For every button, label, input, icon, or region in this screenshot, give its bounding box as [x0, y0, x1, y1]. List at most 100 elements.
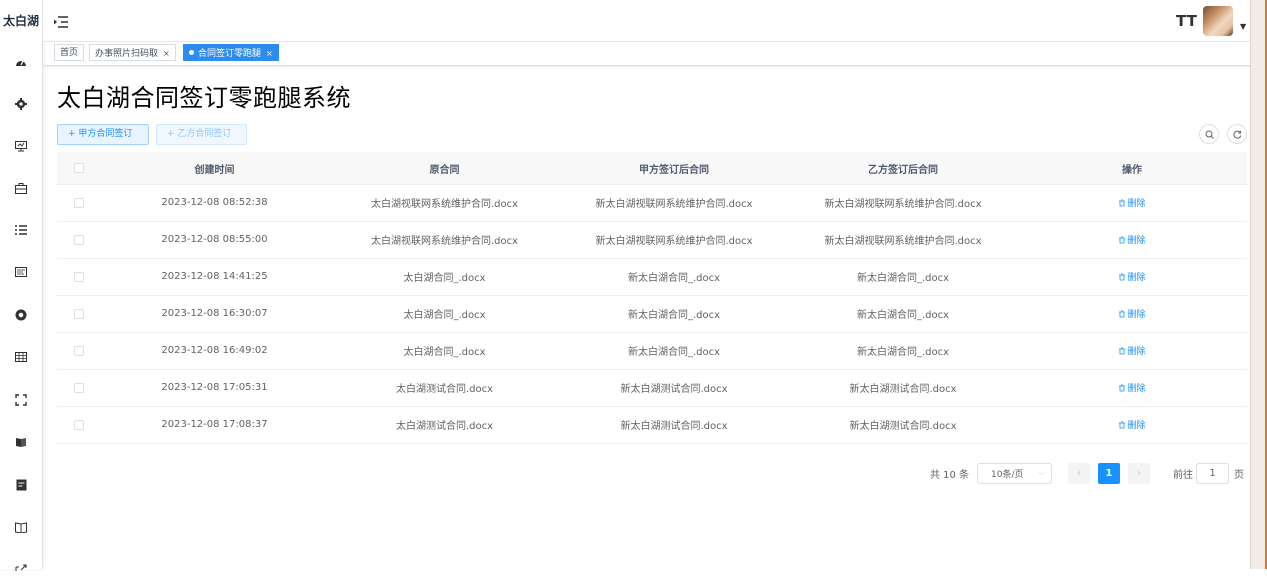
- cell-party-a-signed: 新太白湖合同_.docx: [627, 347, 721, 358]
- dashboard-icon[interactable]: [11, 52, 31, 72]
- plus-icon: +: [167, 129, 175, 139]
- page-number-1[interactable]: 1: [1098, 463, 1120, 484]
- delete-button[interactable]: 删除: [1118, 418, 1146, 431]
- page-title: 太白湖合同签订零跑腿系统: [57, 84, 351, 112]
- delete-button[interactable]: 删除: [1118, 233, 1146, 246]
- cell-original: 太白湖合同_.docx: [403, 273, 486, 284]
- link-icon[interactable]: [11, 558, 31, 578]
- column-party-a-signed: 甲方签订后合同: [639, 164, 709, 176]
- tag-home[interactable]: 首页: [54, 44, 85, 61]
- table-row: 2023-12-08 16:30:07 太白湖合同_.docx 新太白湖合同_.do…: [57, 295, 1247, 333]
- next-page-button[interactable]: ›: [1128, 463, 1150, 484]
- page-size-value: 10条/页: [991, 470, 1024, 480]
- cell-original: 太白湖合同_.docx: [403, 347, 486, 358]
- tag-contract-label: 合同签订零跑腿: [198, 49, 262, 59]
- delete-label: 删除: [1127, 236, 1146, 246]
- cell-party-a-signed: 新太白湖视联网系统维护合同.docx: [595, 236, 753, 247]
- cell-created: 2023-12-08 17:05:31: [161, 382, 268, 393]
- goto-label: 前往: [1173, 470, 1193, 481]
- party-b-sign-label: 乙方合同签订: [177, 129, 232, 139]
- prev-page-button[interactable]: ‹: [1068, 463, 1090, 484]
- table-row: 2023-12-08 17:08:37 太白湖测试合同.docx 新太白湖测试合同.…: [57, 406, 1247, 444]
- table-row: 2023-12-08 17:05:31 太白湖测试合同.docx 新太白湖测试合同.…: [57, 369, 1247, 407]
- row-checkbox[interactable]: [57, 258, 101, 295]
- app-logo[interactable]: 太白湖: [0, 0, 42, 42]
- chrome-icon[interactable]: [11, 305, 31, 325]
- party-a-sign-button[interactable]: + 甲方合同签订: [57, 124, 149, 145]
- cell-created: 2023-12-08 08:55:00: [161, 234, 268, 245]
- cell-party-b-signed: 新太白湖测试合同.docx: [849, 421, 957, 432]
- avatar[interactable]: [1203, 6, 1233, 36]
- row-checkbox[interactable]: [57, 184, 101, 221]
- column-party-b-signed: 乙方签订后合同: [868, 164, 938, 176]
- select-all-checkbox[interactable]: [57, 152, 101, 184]
- party-b-sign-button[interactable]: + 乙方合同签订: [156, 124, 247, 145]
- tag-scan[interactable]: 办事照片扫码取 ×: [89, 44, 176, 61]
- row-checkbox[interactable]: [57, 369, 101, 406]
- trash-icon: [1119, 236, 1126, 244]
- close-icon[interactable]: ×: [163, 49, 170, 58]
- documentation-icon[interactable]: [11, 517, 31, 537]
- trash-icon: [1119, 384, 1126, 392]
- cell-actions: 删除: [1019, 184, 1245, 221]
- tag-contract[interactable]: 合同签订零跑腿 ×: [183, 44, 279, 61]
- party-a-sign-label: 甲方合同签订: [78, 129, 133, 139]
- row-checkbox[interactable]: [57, 221, 101, 258]
- cell-party-b-signed: 新太白湖合同_.docx: [856, 310, 950, 321]
- cell-party-b-signed: 新太白湖合同_.docx: [856, 347, 950, 358]
- row-checkbox[interactable]: [57, 295, 101, 332]
- cell-actions: 删除: [1019, 406, 1245, 443]
- window-edge: [1250, 0, 1267, 569]
- cell-party-a-signed: 新太白湖测试合同.docx: [620, 384, 728, 395]
- toolbox-icon[interactable]: [11, 178, 31, 198]
- font-size-icon[interactable]: TT: [1176, 12, 1197, 30]
- trash-icon: [1119, 310, 1126, 318]
- goto-page-input[interactable]: 1: [1196, 463, 1229, 484]
- trash-icon: [1119, 347, 1126, 355]
- cell-actions: 删除: [1019, 221, 1245, 258]
- cell-original: 太白湖测试合同.docx: [395, 421, 494, 432]
- delete-label: 删除: [1127, 199, 1146, 209]
- delete-button[interactable]: 删除: [1118, 344, 1146, 357]
- form-icon[interactable]: [11, 475, 31, 495]
- refresh-button[interactable]: [1227, 124, 1247, 144]
- delete-label: 删除: [1127, 273, 1146, 283]
- tags-view: 首页 办事照片扫码取 × 合同签订零跑腿 ×: [43, 41, 1250, 66]
- close-icon[interactable]: ×: [266, 49, 273, 58]
- cell-party-a-signed: 新太白湖合同_.docx: [627, 310, 721, 321]
- gear-icon[interactable]: [11, 94, 31, 114]
- cell-actions: 删除: [1019, 258, 1245, 295]
- hamburger-menu-icon[interactable]: [54, 13, 70, 29]
- delete-button[interactable]: 删除: [1118, 196, 1146, 209]
- delete-label: 删除: [1127, 384, 1146, 394]
- monitor-icon[interactable]: [11, 136, 31, 156]
- cell-actions: 删除: [1019, 332, 1245, 369]
- row-checkbox[interactable]: [57, 332, 101, 369]
- cell-created: 2023-12-08 14:41:25: [161, 271, 268, 282]
- caret-down-icon[interactable]: ▼: [1240, 22, 1246, 31]
- cell-created: 2023-12-08 16:30:07: [161, 308, 268, 319]
- cell-created: 2023-12-08 08:52:38: [161, 197, 268, 208]
- delete-button[interactable]: 删除: [1118, 270, 1146, 283]
- message-icon[interactable]: [11, 262, 31, 282]
- fullscreen-icon[interactable]: [11, 390, 31, 410]
- table-icon[interactable]: [11, 347, 31, 367]
- cell-party-a-signed: 新太白湖测试合同.docx: [620, 421, 728, 432]
- cell-party-b-signed: 新太白湖测试合同.docx: [849, 384, 957, 395]
- search-icon: [1205, 130, 1214, 139]
- page-size-select[interactable]: 10条/页 ⌵: [977, 463, 1052, 484]
- row-checkbox[interactable]: [57, 406, 101, 443]
- column-original: 原合同: [429, 164, 460, 176]
- cell-original: 太白湖视联网系统维护合同.docx: [370, 199, 519, 210]
- delete-button[interactable]: 删除: [1118, 307, 1146, 320]
- refresh-icon: [1232, 130, 1241, 139]
- trash-icon: [1119, 421, 1126, 429]
- education-icon[interactable]: [11, 432, 31, 452]
- cell-party-b-signed: 新太白湖视联网系统维护合同.docx: [824, 199, 982, 210]
- cell-actions: 删除: [1019, 295, 1245, 332]
- delete-button[interactable]: 删除: [1118, 381, 1146, 394]
- navbar: TT ▼: [43, 0, 1250, 42]
- search-toggle-button[interactable]: [1199, 124, 1219, 144]
- list-icon[interactable]: [11, 220, 31, 240]
- cell-created: 2023-12-08 16:49:02: [161, 345, 268, 356]
